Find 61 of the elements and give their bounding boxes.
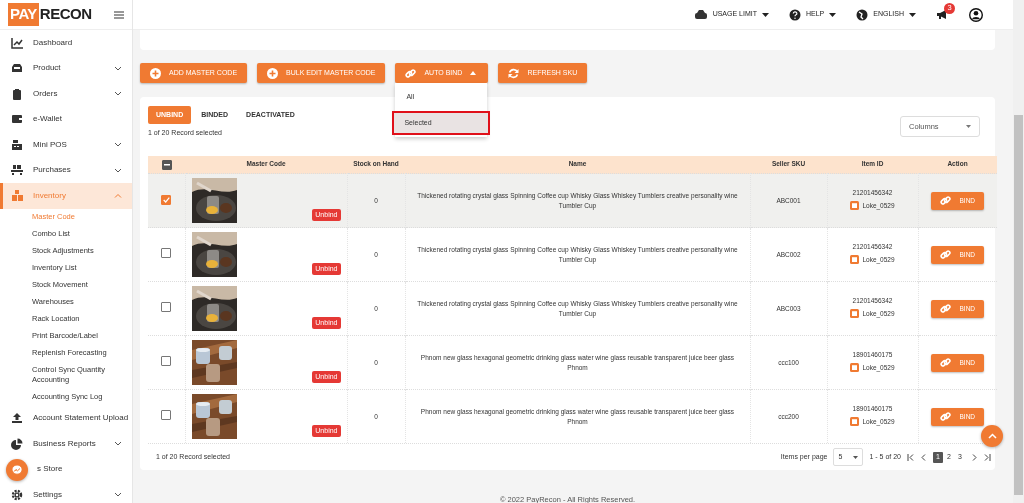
sidebar-item[interactable]: s Store (0, 456, 132, 482)
sidebar-item[interactable]: Product (0, 55, 132, 81)
sidebar-item[interactable]: Mini POS (0, 132, 132, 158)
sidebar-item[interactable]: e-Wallet (0, 106, 132, 132)
shop-icon (850, 255, 860, 265)
first-page-icon[interactable] (907, 453, 914, 461)
server-icon (693, 8, 708, 21)
chevron-up-icon (987, 433, 997, 439)
cash-register-icon (11, 138, 23, 151)
sidebar-item[interactable]: Settings (0, 482, 132, 503)
shop-icon (850, 309, 860, 319)
next-page-icon[interactable] (971, 453, 978, 461)
sidebar-item[interactable]: Dashboard (0, 30, 132, 56)
caret-down-icon (761, 12, 769, 17)
shop-icon (850, 201, 860, 211)
previous-page-icon[interactable] (920, 453, 927, 461)
checkbox[interactable] (161, 410, 172, 421)
plus-circle-icon (150, 67, 161, 79)
caret-down-icon (829, 12, 837, 17)
checkbox[interactable] (161, 356, 172, 367)
boxes-icon (11, 189, 23, 202)
select-all-checkbox[interactable] (161, 159, 172, 170)
chart-icon (11, 36, 23, 49)
link-icon (940, 195, 952, 206)
sidebar-item[interactable]: Account Statement Upload (0, 405, 132, 431)
scrollbar[interactable] (1013, 0, 1024, 503)
caret-down-icon (909, 12, 916, 17)
pallet-icon (11, 164, 23, 177)
last-page-icon[interactable] (984, 453, 991, 461)
upload-icon (11, 412, 23, 425)
plus-circle-icon (267, 67, 279, 79)
box-icon (11, 62, 23, 75)
check-icon (162, 197, 170, 204)
sidebar-item[interactable]: Business Reports (0, 431, 132, 457)
logo: PAY RECON (8, 3, 92, 26)
checkbox[interactable] (161, 302, 172, 313)
dash-icon (163, 163, 170, 166)
shop-icon (850, 363, 860, 373)
avatar-icon[interactable] (969, 7, 983, 22)
scrollbar-thumb[interactable] (1014, 115, 1023, 495)
megaphone-icon[interactable] (936, 8, 949, 20)
refresh-icon (508, 67, 520, 79)
link-icon (940, 249, 952, 260)
scroll-top-button[interactable] (981, 425, 1003, 447)
globe-icon (856, 8, 869, 21)
sidebar-item[interactable]: Orders (0, 81, 132, 107)
shop-icon (850, 417, 860, 427)
menu-icon[interactable] (113, 10, 124, 19)
help-icon (788, 8, 801, 21)
caret-down-icon (853, 455, 859, 459)
link-icon (940, 357, 952, 368)
link-icon (940, 411, 952, 422)
pie-chart-icon (11, 437, 23, 450)
wallet-icon (11, 113, 23, 126)
clipboard-icon (11, 87, 23, 100)
link-icon (940, 303, 952, 314)
sidebar-item[interactable]: Purchases (0, 157, 132, 183)
link-icon (405, 67, 417, 79)
checkbox[interactable] (161, 195, 172, 206)
checkbox[interactable] (161, 248, 172, 259)
caret-down-icon (966, 125, 971, 128)
